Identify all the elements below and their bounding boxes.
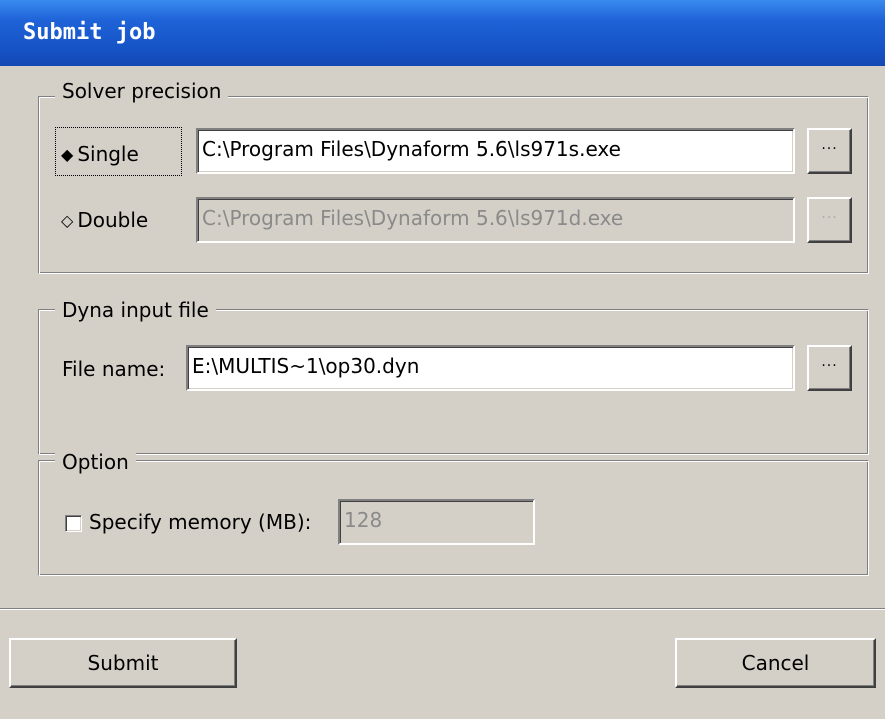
double-radio-label: Double	[77, 208, 149, 232]
double-browse-button: ...	[807, 197, 852, 243]
double-path-input: C:\Program Files\Dynaform 5.6\ls971d.exe	[196, 197, 795, 243]
solver-precision-group	[38, 96, 869, 274]
memory-input: 128	[338, 499, 535, 545]
window-title: Submit job	[23, 20, 156, 45]
solver-precision-label: Solver precision	[55, 79, 229, 103]
radio-selected-icon: ◆	[61, 145, 74, 164]
submit-job-dialog: Submit job Solver precision ◆ Single C:\P…	[0, 0, 885, 719]
option-label: Option	[55, 450, 136, 474]
file-name-label: File name:	[62, 357, 166, 381]
file-browse-button[interactable]: ...	[807, 345, 852, 391]
radio-unselected-icon: ◇	[61, 211, 74, 230]
specify-memory-label: Specify memory (MB):	[89, 510, 312, 534]
single-browse-button[interactable]: ...	[807, 128, 852, 174]
dialog-body: Solver precision ◆ Single C:\Program File…	[0, 66, 885, 719]
double-radio[interactable]: ◇ Double	[61, 208, 148, 234]
single-radio[interactable]: ◆ Single	[61, 142, 139, 168]
file-name-input[interactable]: E:\MULTIS~1\op30.dyn	[186, 345, 795, 391]
title-bar[interactable]: Submit job	[0, 0, 885, 67]
submit-button[interactable]: Submit	[9, 638, 237, 688]
single-radio-label: Single	[77, 142, 139, 166]
cancel-button[interactable]: Cancel	[675, 638, 876, 688]
separator-light	[0, 609, 885, 610]
specify-memory-checkbox[interactable]	[65, 515, 82, 532]
single-path-input[interactable]: C:\Program Files\Dynaform 5.6\ls971s.exe	[196, 128, 795, 174]
dyna-input-label: Dyna input file	[55, 298, 216, 322]
